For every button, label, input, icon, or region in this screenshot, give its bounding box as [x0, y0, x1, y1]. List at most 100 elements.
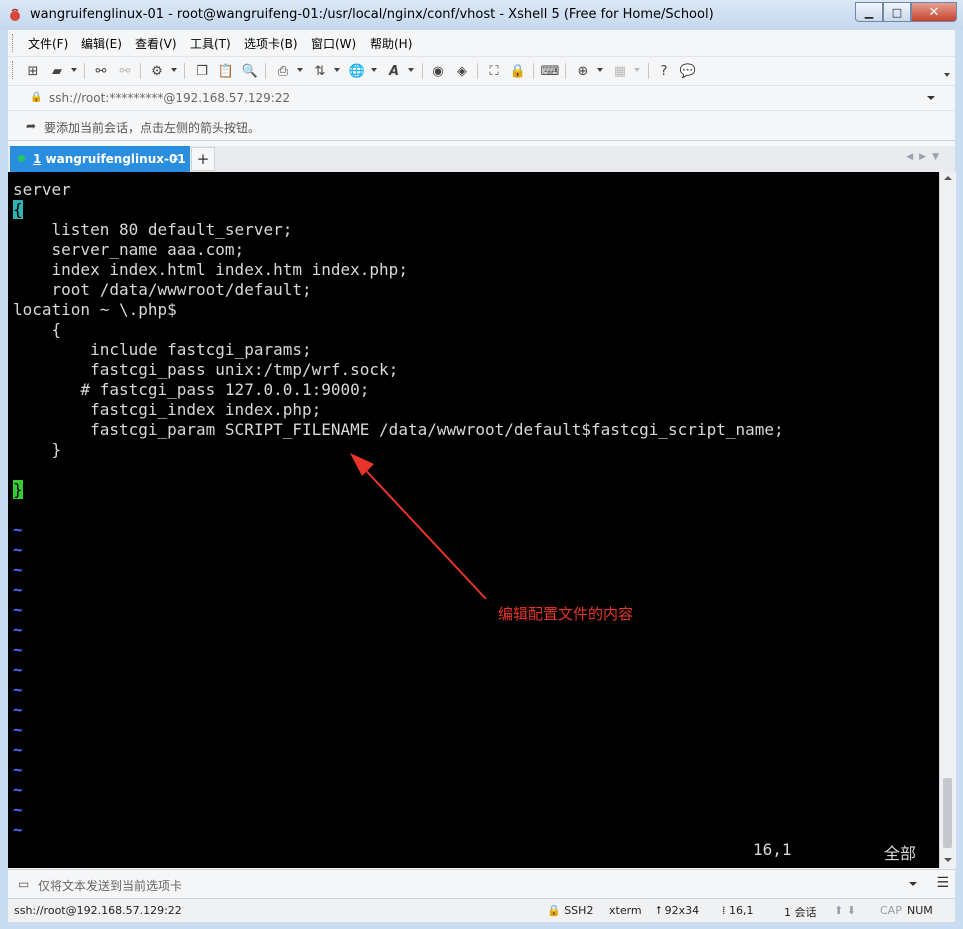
toolbar-separator — [184, 63, 185, 79]
client-area: 文件(F) 编辑(E) 查看(V) 工具(T) 选项卡(B) 窗口(W) 帮助(… — [8, 30, 956, 922]
address-dropdown-icon[interactable] — [927, 96, 935, 100]
properties-dropdown-icon[interactable] — [171, 68, 177, 72]
window-controls: ▁ □ ✕ — [855, 2, 957, 22]
keyboard-icon[interactable]: ⌨ — [541, 62, 560, 80]
status-size-text: 92x34 — [664, 904, 700, 917]
menu-icon[interactable]: ☰ — [936, 875, 949, 891]
help-icon[interactable]: ? — [655, 62, 673, 80]
annotation-arrow — [350, 453, 487, 600]
font-dropdown-icon[interactable] — [408, 68, 414, 72]
print-dropdown-icon[interactable] — [297, 68, 303, 72]
toolbar-separator — [84, 63, 85, 79]
tab-title: wangruifenglinux-01 — [45, 152, 186, 166]
status-bar: ssh://root@192.168.57.129:22 🔒 SSH2 xter… — [8, 898, 955, 922]
toolbar-separator — [140, 63, 141, 79]
toolbar-separator — [648, 63, 649, 79]
toolbar-overflow-icon[interactable] — [944, 73, 950, 77]
title-bar[interactable]: wangruifenglinux-01 - root@wangruifeng-0… — [0, 0, 963, 30]
tab-label: 1 wangruifenglinux-01 — [33, 152, 186, 166]
toolbar-separator — [422, 63, 423, 79]
status-cap: CAP — [880, 904, 902, 917]
menubar-grip — [12, 34, 16, 52]
toolbar-separator — [477, 63, 478, 79]
status-protocol-text: SSH2 — [564, 904, 594, 917]
hint-text: 要添加当前会话，点击左侧的箭头按钮。 — [44, 121, 261, 135]
toolbar-grip — [12, 61, 16, 79]
menu-file[interactable]: 文件(F) — [28, 35, 68, 52]
copy-icon[interactable]: ❐ — [193, 62, 211, 80]
status-term: xterm — [609, 904, 642, 917]
layout-dropdown-icon[interactable] — [634, 68, 640, 72]
close-button[interactable]: ✕ — [911, 2, 957, 22]
lock-icon[interactable]: 🔒 — [509, 62, 527, 80]
disconnect-icon[interactable]: ⚯ — [116, 62, 134, 80]
status-connection: ssh://root@192.168.57.129:22 — [14, 904, 182, 917]
toolbar-separator — [533, 63, 534, 79]
scroll-up-icon[interactable] — [944, 176, 952, 180]
transfer-dropdown-icon[interactable] — [334, 68, 340, 72]
new-session-icon[interactable]: ⊞ — [24, 62, 42, 80]
annotation-text: 编辑配置文件的内容 — [498, 605, 634, 623]
paste-icon[interactable]: 📋 — [217, 62, 235, 80]
xshell-window: wangruifenglinux-01 - root@wangruifeng-0… — [0, 0, 963, 929]
status-num: NUM — [907, 904, 933, 917]
status-arrows-icon: ⬆ ⬇ — [834, 904, 856, 917]
new-tab-icon[interactable]: ⊕ — [574, 62, 592, 80]
address-bar: 🔒 ssh://root:*********@192.168.57.129:22 — [8, 86, 955, 111]
add-tab-button[interactable]: + — [191, 147, 215, 171]
fullscreen-icon[interactable]: ⛶ — [485, 62, 503, 80]
script-icon[interactable]: ◈ — [453, 62, 471, 80]
tab-scroll-icons[interactable]: ◀▶▼ — [906, 152, 945, 162]
menu-help[interactable]: 帮助(H) — [370, 35, 412, 52]
scroll-down-icon[interactable] — [944, 858, 952, 862]
address-value: ssh://root:*********@192.168.57.129:22 — [49, 91, 291, 105]
window-title: wangruifenglinux-01 - root@wangruifeng-0… — [30, 7, 714, 22]
status-position: ⁞ 16,1 — [722, 904, 754, 917]
address-input[interactable]: 🔒 ssh://root:*********@192.168.57.129:22 — [18, 88, 945, 106]
globe-icon[interactable]: 🌐 — [348, 62, 366, 80]
toolbar-separator — [265, 63, 266, 79]
minimize-button[interactable]: ▁ — [855, 2, 883, 22]
padlock-icon: 🔒 — [30, 92, 43, 103]
add-session-arrow-icon[interactable]: ➦ — [26, 119, 36, 133]
menu-edit[interactable]: 编辑(E) — [81, 35, 122, 52]
open-folder-icon[interactable]: ▰ — [48, 62, 66, 80]
tab-close-icon[interactable]: × — [171, 151, 180, 164]
open-dropdown-icon[interactable] — [71, 68, 77, 72]
find-icon[interactable]: 🔍 — [241, 62, 259, 80]
terminal[interactable]: server{ listen 80 default_server; server… — [8, 172, 939, 868]
globe-dropdown-icon[interactable] — [371, 68, 377, 72]
tab-bar: 1 wangruifenglinux-01 × + ◀▶▼ — [8, 146, 955, 172]
maximize-icon: □ — [891, 5, 903, 19]
properties-icon[interactable]: ⚙ — [148, 62, 166, 80]
toolbar-separator — [565, 63, 566, 79]
status-size: ⭡ 92x34 — [656, 904, 700, 917]
tab-session[interactable]: 1 wangruifenglinux-01 × — [10, 146, 190, 172]
xshell-logo-icon — [10, 8, 20, 21]
menu-bar: 文件(F) 编辑(E) 查看(V) 工具(T) 选项卡(B) 窗口(W) 帮助(… — [8, 30, 955, 57]
print-icon[interactable]: ⎙ — [274, 62, 292, 80]
scrollbar-thumb[interactable] — [943, 778, 952, 848]
chat-icon[interactable]: 💬 — [679, 62, 697, 80]
compose-dropdown-icon[interactable] — [909, 882, 917, 886]
tab-index: 1 — [33, 152, 42, 166]
menu-window[interactable]: 窗口(W) — [311, 35, 356, 52]
status-position-text: 16,1 — [729, 904, 754, 917]
maximize-button[interactable]: □ — [883, 2, 911, 22]
connect-icon[interactable]: ⚯ — [92, 62, 110, 80]
status-sessions: 1 会话 — [784, 906, 817, 919]
compose-icon: ▭ — [18, 877, 30, 891]
status-protocol: 🔒 SSH2 — [547, 904, 594, 917]
new-tab-dropdown-icon[interactable] — [597, 68, 603, 72]
font-icon[interactable]: A — [385, 62, 403, 80]
menu-view[interactable]: 查看(V) — [135, 35, 177, 52]
menu-tabs[interactable]: 选项卡(B) — [244, 35, 298, 52]
compose-placeholder: 仅将文本发送到当前选项卡 — [38, 879, 183, 893]
minimize-icon: ▁ — [864, 5, 874, 19]
layout-icon[interactable]: ▦ — [611, 62, 629, 80]
transfer-icon[interactable]: ⇅ — [311, 62, 329, 80]
compose-bar[interactable]: ▭ 仅将文本发送到当前选项卡 ☰ — [8, 869, 955, 898]
menu-tools[interactable]: 工具(T) — [190, 35, 231, 52]
xftp-icon[interactable]: ◉ — [429, 62, 447, 80]
terminal-scrollbar[interactable] — [939, 172, 956, 868]
